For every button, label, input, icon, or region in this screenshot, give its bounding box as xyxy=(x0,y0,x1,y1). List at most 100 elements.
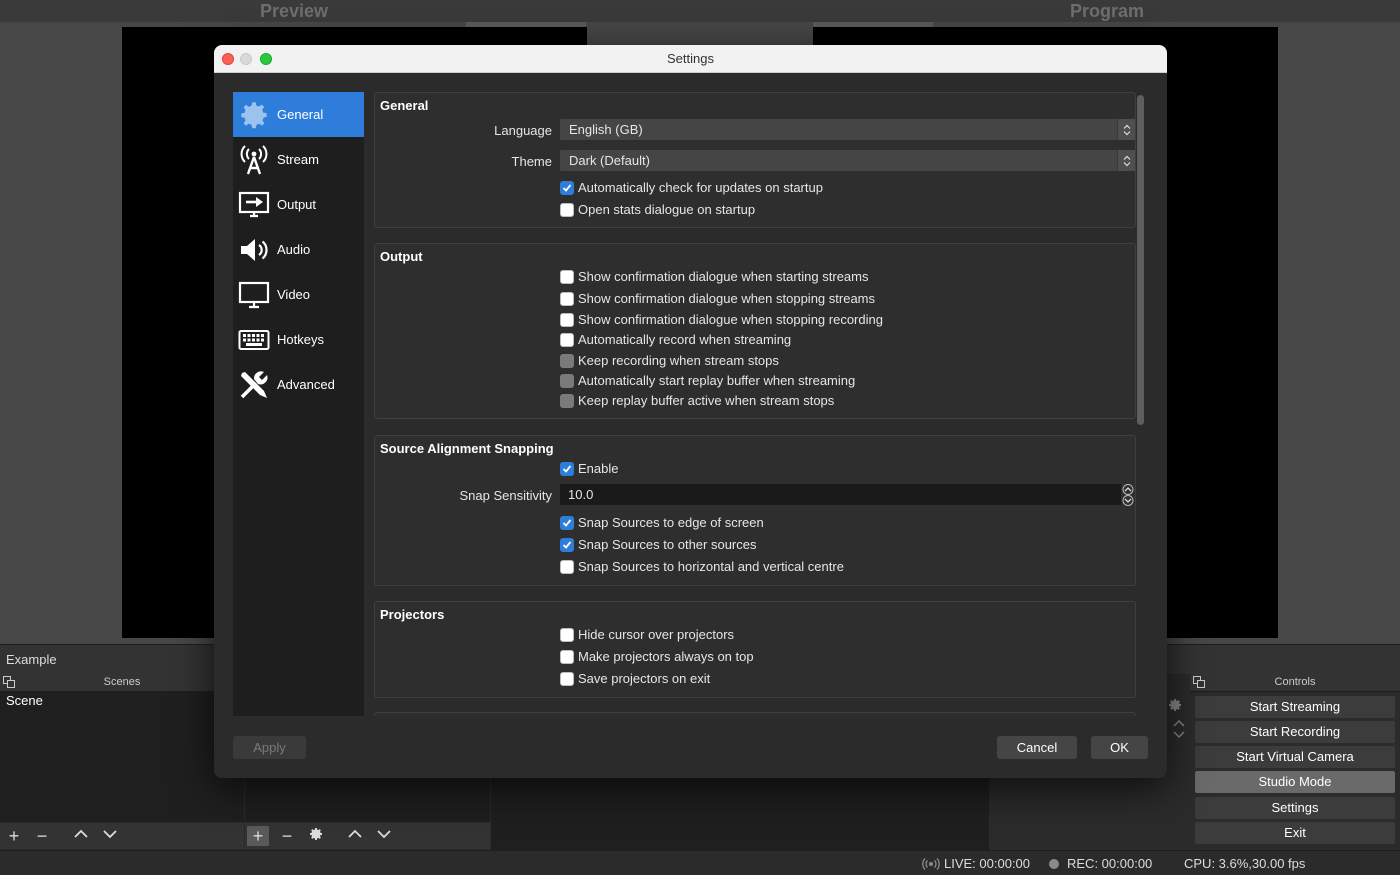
live-status: LIVE: 00:00:00 xyxy=(922,856,1030,871)
sidebar-item-advanced[interactable]: Advanced xyxy=(233,362,364,407)
settings-dialog: Settings General Stream Output Audio Vid… xyxy=(214,45,1167,778)
checkbox[interactable] xyxy=(560,180,574,195)
settings-content: General Language English (GB) Theme Dark… xyxy=(374,92,1148,716)
sidebar-item-hotkeys[interactable]: Hotkeys xyxy=(233,317,364,362)
sidebar-item-output[interactable]: Output xyxy=(233,182,364,227)
remove-scene-button[interactable]: − xyxy=(31,826,53,846)
ok-button[interactable]: OK xyxy=(1091,736,1148,759)
confirm-start-stream-row[interactable]: Show confirmation dialogue when starting… xyxy=(560,269,868,284)
checkmark-icon xyxy=(562,540,572,549)
main-window-top-bar: Preview Program xyxy=(0,0,1400,22)
keep-recording-row: Keep recording when stream stops xyxy=(560,353,779,368)
chevron-down-icon xyxy=(103,830,117,839)
up-down-arrows-icon[interactable] xyxy=(1172,718,1186,740)
live-timer: LIVE: 00:00:00 xyxy=(944,856,1031,871)
hide-cursor-row[interactable]: Hide cursor over projectors xyxy=(560,627,734,642)
sidebar-item-stream[interactable]: Stream xyxy=(233,137,364,182)
language-select[interactable]: English (GB) xyxy=(560,119,1135,140)
up-down-chevron-icon xyxy=(1117,119,1135,140)
start-streaming-button[interactable]: Start Streaming xyxy=(1195,696,1395,718)
scene-list-item[interactable]: Scene xyxy=(6,693,43,708)
start-virtual-camera-button[interactable]: Start Virtual Camera xyxy=(1195,746,1395,768)
group-title: Output xyxy=(380,249,423,264)
monitor-icon xyxy=(237,278,271,312)
checkbox[interactable] xyxy=(560,627,574,642)
sidebar-item-label: Hotkeys xyxy=(277,332,324,347)
checkbox xyxy=(560,373,574,388)
checkbox[interactable] xyxy=(560,269,574,284)
theme-select[interactable]: Dark (Default) xyxy=(560,150,1135,171)
checkbox[interactable] xyxy=(560,559,574,574)
group-title: Source Alignment Snapping xyxy=(380,441,554,456)
sidebar-item-label: General xyxy=(277,107,324,122)
add-scene-button[interactable]: + xyxy=(3,826,25,846)
open-stats-checkbox-row[interactable]: Open stats dialogue on startup xyxy=(560,202,755,217)
content-scrollbar[interactable] xyxy=(1137,95,1144,425)
confirm-stop-stream-row[interactable]: Show confirmation dialogue when stopping… xyxy=(560,291,875,306)
save-projectors-row[interactable]: Save projectors on exit xyxy=(560,671,710,686)
snap-edge-row[interactable]: Snap Sources to edge of screen xyxy=(560,515,764,530)
move-scene-up-button[interactable] xyxy=(70,826,92,846)
checkbox-label: Keep recording when stream stops xyxy=(578,353,779,368)
checkbox-label: Save projectors on exit xyxy=(578,671,711,686)
add-source-button[interactable]: + xyxy=(247,826,269,846)
chevron-up-icon xyxy=(348,829,362,838)
checkbox[interactable] xyxy=(560,537,574,552)
checkbox[interactable] xyxy=(560,202,574,217)
gear-icon xyxy=(310,828,322,840)
scenes-toolbar: + − xyxy=(0,823,244,849)
snapping-enable-row[interactable]: Enable xyxy=(560,461,618,476)
checkbox[interactable] xyxy=(560,312,574,327)
sidebar-item-general[interactable]: General xyxy=(233,92,364,137)
controls-dock-header: Controls xyxy=(1190,674,1400,692)
start-recording-button[interactable]: Start Recording xyxy=(1195,721,1395,743)
studio-mode-button[interactable]: Studio Mode xyxy=(1195,771,1395,793)
group-title: General xyxy=(380,98,429,113)
move-scene-down-button[interactable] xyxy=(99,826,121,846)
dialog-title: Settings xyxy=(667,51,714,66)
checkbox[interactable] xyxy=(560,515,574,530)
checkbox-label: Snap Sources to horizontal and vertical … xyxy=(578,559,844,574)
checkmark-icon xyxy=(562,464,572,473)
cpu-status: CPU: 3.6%,30.00 fps xyxy=(1184,856,1306,871)
checkbox[interactable] xyxy=(560,332,574,347)
auto-update-checkbox-row[interactable]: Automatically check for updates on start… xyxy=(560,180,823,195)
source-properties-button[interactable] xyxy=(305,826,327,846)
sidebar-item-video[interactable]: Video xyxy=(233,272,364,317)
sidebar-item-label: Stream xyxy=(277,152,319,167)
move-source-down-button[interactable] xyxy=(373,826,395,846)
auto-record-row[interactable]: Automatically record when streaming xyxy=(560,332,791,347)
exit-button[interactable]: Exit xyxy=(1195,822,1395,844)
record-dot-icon xyxy=(1049,858,1059,869)
remove-source-button[interactable]: − xyxy=(276,826,298,846)
cancel-button[interactable]: Cancel xyxy=(997,736,1077,759)
checkbox[interactable] xyxy=(560,671,574,686)
gear-icon[interactable] xyxy=(1167,697,1183,713)
always-on-top-row[interactable]: Make projectors always on top xyxy=(560,649,754,664)
settings-sidebar: General Stream Output Audio Video Hotkey… xyxy=(233,92,364,716)
apply-button[interactable]: Apply xyxy=(233,736,306,759)
output-group: Output Show confirmation dialogue when s… xyxy=(374,243,1136,419)
checkbox-label: Enable xyxy=(578,461,619,476)
checkbox-label: Show confirmation dialogue when stopping… xyxy=(578,291,876,306)
checkmark-icon xyxy=(562,518,572,527)
language-value: English (GB) xyxy=(569,122,643,137)
snap-other-sources-row[interactable]: Snap Sources to other sources xyxy=(560,537,757,552)
checkbox-label: Keep replay buffer active when stream st… xyxy=(578,393,835,408)
auto-replay-buffer-row: Automatically start replay buffer when s… xyxy=(560,373,855,388)
keep-replay-buffer-row: Keep replay buffer active when stream st… xyxy=(560,393,834,408)
output-icon xyxy=(237,188,271,222)
scenes-dock-header: Scenes xyxy=(0,674,244,692)
checkbox[interactable] xyxy=(560,649,574,664)
spin-arrows-icon[interactable] xyxy=(1121,484,1135,506)
settings-button[interactable]: Settings xyxy=(1195,797,1395,819)
checkbox[interactable] xyxy=(560,291,574,306)
confirm-stop-recording-row[interactable]: Show confirmation dialogue when stopping… xyxy=(560,312,883,327)
checkbox-label: Automatically record when streaming xyxy=(578,332,792,347)
snap-centre-row[interactable]: Snap Sources to horizontal and vertical … xyxy=(560,559,844,574)
move-source-up-button[interactable] xyxy=(344,826,366,846)
checkbox[interactable] xyxy=(560,461,574,476)
checkbox xyxy=(560,393,574,408)
snap-sensitivity-input[interactable]: 10.0 xyxy=(560,484,1121,505)
sidebar-item-audio[interactable]: Audio xyxy=(233,227,364,272)
